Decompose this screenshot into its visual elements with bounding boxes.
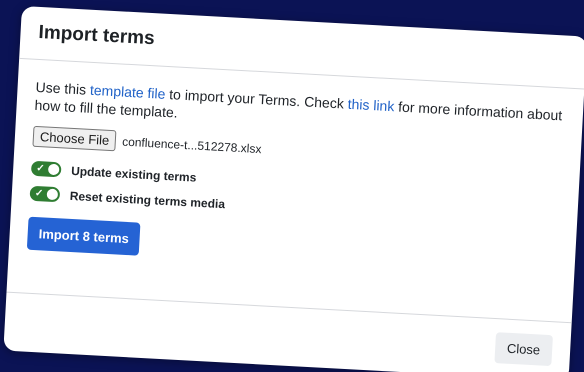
toggle-knob — [47, 163, 60, 176]
screen-background: Import terms Use this template file to i… — [0, 0, 584, 372]
dialog-body: Use this template file to import your Te… — [6, 58, 584, 324]
choose-file-button[interactable]: Choose File — [32, 125, 117, 152]
intro-text-part2: to import your Terms. Check — [164, 85, 349, 112]
template-file-link[interactable]: template file — [90, 82, 166, 102]
toggle-knob — [46, 188, 59, 201]
update-existing-terms-label: Update existing terms — [70, 163, 197, 185]
selected-file-name: confluence-t...512278.xlsx — [121, 134, 262, 156]
import-terms-button[interactable]: Import 8 terms — [26, 216, 141, 256]
import-terms-dialog: Import terms Use this template file to i… — [3, 6, 584, 372]
info-link[interactable]: this link — [347, 96, 394, 115]
reset-terms-media-toggle[interactable]: ✓ — [29, 185, 61, 203]
intro-text-part1: Use this — [35, 78, 91, 98]
reset-terms-media-label: Reset existing terms media — [69, 188, 226, 211]
checkmark-icon: ✓ — [35, 163, 45, 175]
checkmark-icon: ✓ — [34, 187, 44, 200]
update-existing-terms-toggle[interactable]: ✓ — [30, 160, 62, 178]
dialog-title: Import terms — [38, 21, 156, 50]
dialog-footer: Close — [494, 332, 553, 367]
close-button[interactable]: Close — [494, 332, 553, 367]
